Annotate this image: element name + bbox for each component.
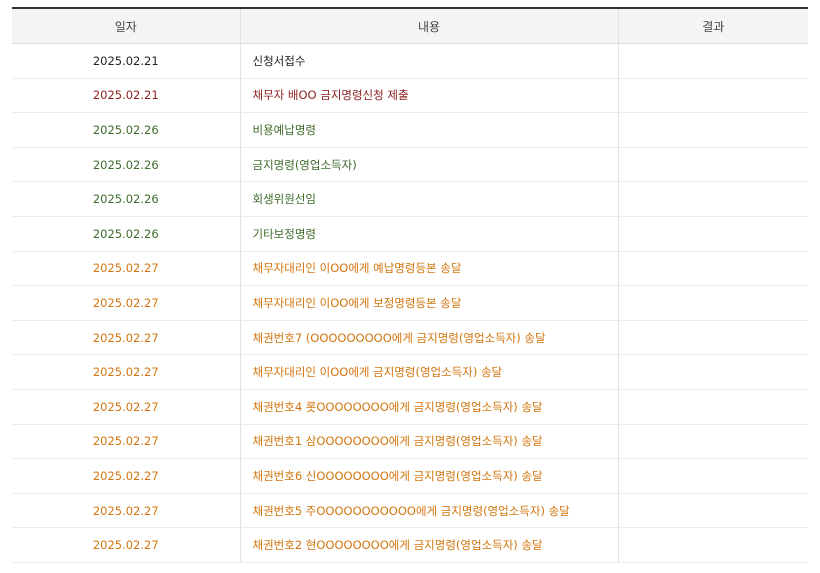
table-row: 2025.02.26 회생위원선임 [12, 181, 808, 217]
content-cell: 회생위원선임 [239, 181, 618, 217]
date-cell: 2025.02.27 [12, 285, 240, 321]
content-cell: 채권번호4 롯OOOOOOOO에게 금지명령(영업소득자) 송달 [239, 389, 618, 425]
result-cell [617, 285, 808, 321]
table-row: 2025.02.21 채무자 배OO 금지명령신청 제출 [12, 78, 808, 114]
date-cell: 2025.02.21 [12, 78, 240, 114]
case-history-table-wrapper: 일자 내용 결과 2025.02.21 신청서접수 2025.02.21 채무자 배O… [12, 7, 808, 563]
date-cell: 2025.02.27 [12, 354, 240, 390]
column-header-result: 결과 [617, 7, 808, 44]
table-row: 2025.02.27 채권번호2 현OOOOOOOO에게 금지명령(영업소득자) … [12, 527, 808, 563]
content-cell: 채무자대리인 이OO에게 금지명령(영업소득자) 송달 [239, 354, 618, 390]
content-cell: 채무자 배OO 금지명령신청 제출 [239, 78, 618, 114]
content-cell: 채권번호2 현OOOOOOOO에게 금지명령(영업소득자) 송달 [239, 527, 618, 563]
date-cell: 2025.02.26 [12, 112, 240, 148]
column-header-date: 일자 [12, 7, 240, 44]
table-header: 일자 내용 결과 [12, 7, 808, 44]
result-cell [617, 389, 808, 425]
table-row: 2025.02.27 채무자대리인 이OO에게 보정명령등본 송달 [12, 285, 808, 321]
table-row: 2025.02.26 기타보정명령 [12, 216, 808, 252]
table-row: 2025.02.26 비용예납명령 [12, 112, 808, 148]
date-cell: 2025.02.27 [12, 493, 240, 529]
result-cell [617, 43, 808, 79]
content-cell: 채무자대리인 이OO에게 예납명령등본 송달 [239, 251, 618, 287]
table-row: 2025.02.27 채권번호1 삼OOOOOOOO에게 금지명령(영업소득자) … [12, 424, 808, 460]
result-cell [617, 78, 808, 114]
result-cell [617, 458, 808, 494]
result-cell [617, 493, 808, 529]
content-cell: 채무자대리인 이OO에게 보정명령등본 송달 [239, 285, 618, 321]
content-cell: 비용예납명령 [239, 112, 618, 148]
date-cell: 2025.02.26 [12, 216, 240, 252]
date-cell: 2025.02.27 [12, 251, 240, 287]
content-cell: 기타보정명령 [239, 216, 618, 252]
result-cell [617, 251, 808, 287]
table-row: 2025.02.21 신청서접수 [12, 43, 808, 79]
result-cell [617, 424, 808, 460]
content-cell: 채권번호7 (OOOOOOOOO에게 금지명령(영업소득자) 송달 [239, 320, 618, 356]
table-row: 2025.02.27 채무자대리인 이OO에게 금지명령(영업소득자) 송달 [12, 354, 808, 390]
date-cell: 2025.02.27 [12, 424, 240, 460]
table-row: 2025.02.27 채권번호5 주OOOOOOOOOOO에게 금지명령(영업소득… [12, 493, 808, 529]
column-header-content: 내용 [239, 7, 618, 44]
content-cell: 금지명령(영업소득자) [239, 147, 618, 183]
date-cell: 2025.02.27 [12, 527, 240, 563]
result-cell [617, 354, 808, 390]
result-cell [617, 527, 808, 563]
result-cell [617, 216, 808, 252]
result-cell [617, 320, 808, 356]
case-history-table: 일자 내용 결과 2025.02.21 신청서접수 2025.02.21 채무자 배O… [12, 7, 808, 563]
table-body: 2025.02.21 신청서접수 2025.02.21 채무자 배OO 금지명령신청 … [12, 43, 808, 563]
content-cell: 채권번호5 주OOOOOOOOOOO에게 금지명령(영업소득자) 송달 [239, 493, 618, 529]
date-cell: 2025.02.26 [12, 181, 240, 217]
result-cell [617, 112, 808, 148]
table-row: 2025.02.27 채권번호6 신OOOOOOOO에게 금지명령(영업소득자) … [12, 458, 808, 494]
table-row: 2025.02.27 채권번호7 (OOOOOOOOO에게 금지명령(영업소득자)… [12, 320, 808, 356]
header-row: 일자 내용 결과 [12, 7, 808, 44]
content-cell: 채권번호1 삼OOOOOOOO에게 금지명령(영업소득자) 송달 [239, 424, 618, 460]
date-cell: 2025.02.21 [12, 43, 240, 79]
date-cell: 2025.02.27 [12, 458, 240, 494]
table-row: 2025.02.26 금지명령(영업소득자) [12, 147, 808, 183]
date-cell: 2025.02.27 [12, 320, 240, 356]
date-cell: 2025.02.26 [12, 147, 240, 183]
result-cell [617, 147, 808, 183]
table-row: 2025.02.27 채권번호4 롯OOOOOOOO에게 금지명령(영업소득자) … [12, 389, 808, 425]
table-row: 2025.02.27 채무자대리인 이OO에게 예납명령등본 송달 [12, 251, 808, 287]
content-cell: 채권번호6 신OOOOOOOO에게 금지명령(영업소득자) 송달 [239, 458, 618, 494]
content-cell: 신청서접수 [239, 43, 618, 79]
result-cell [617, 181, 808, 217]
date-cell: 2025.02.27 [12, 389, 240, 425]
